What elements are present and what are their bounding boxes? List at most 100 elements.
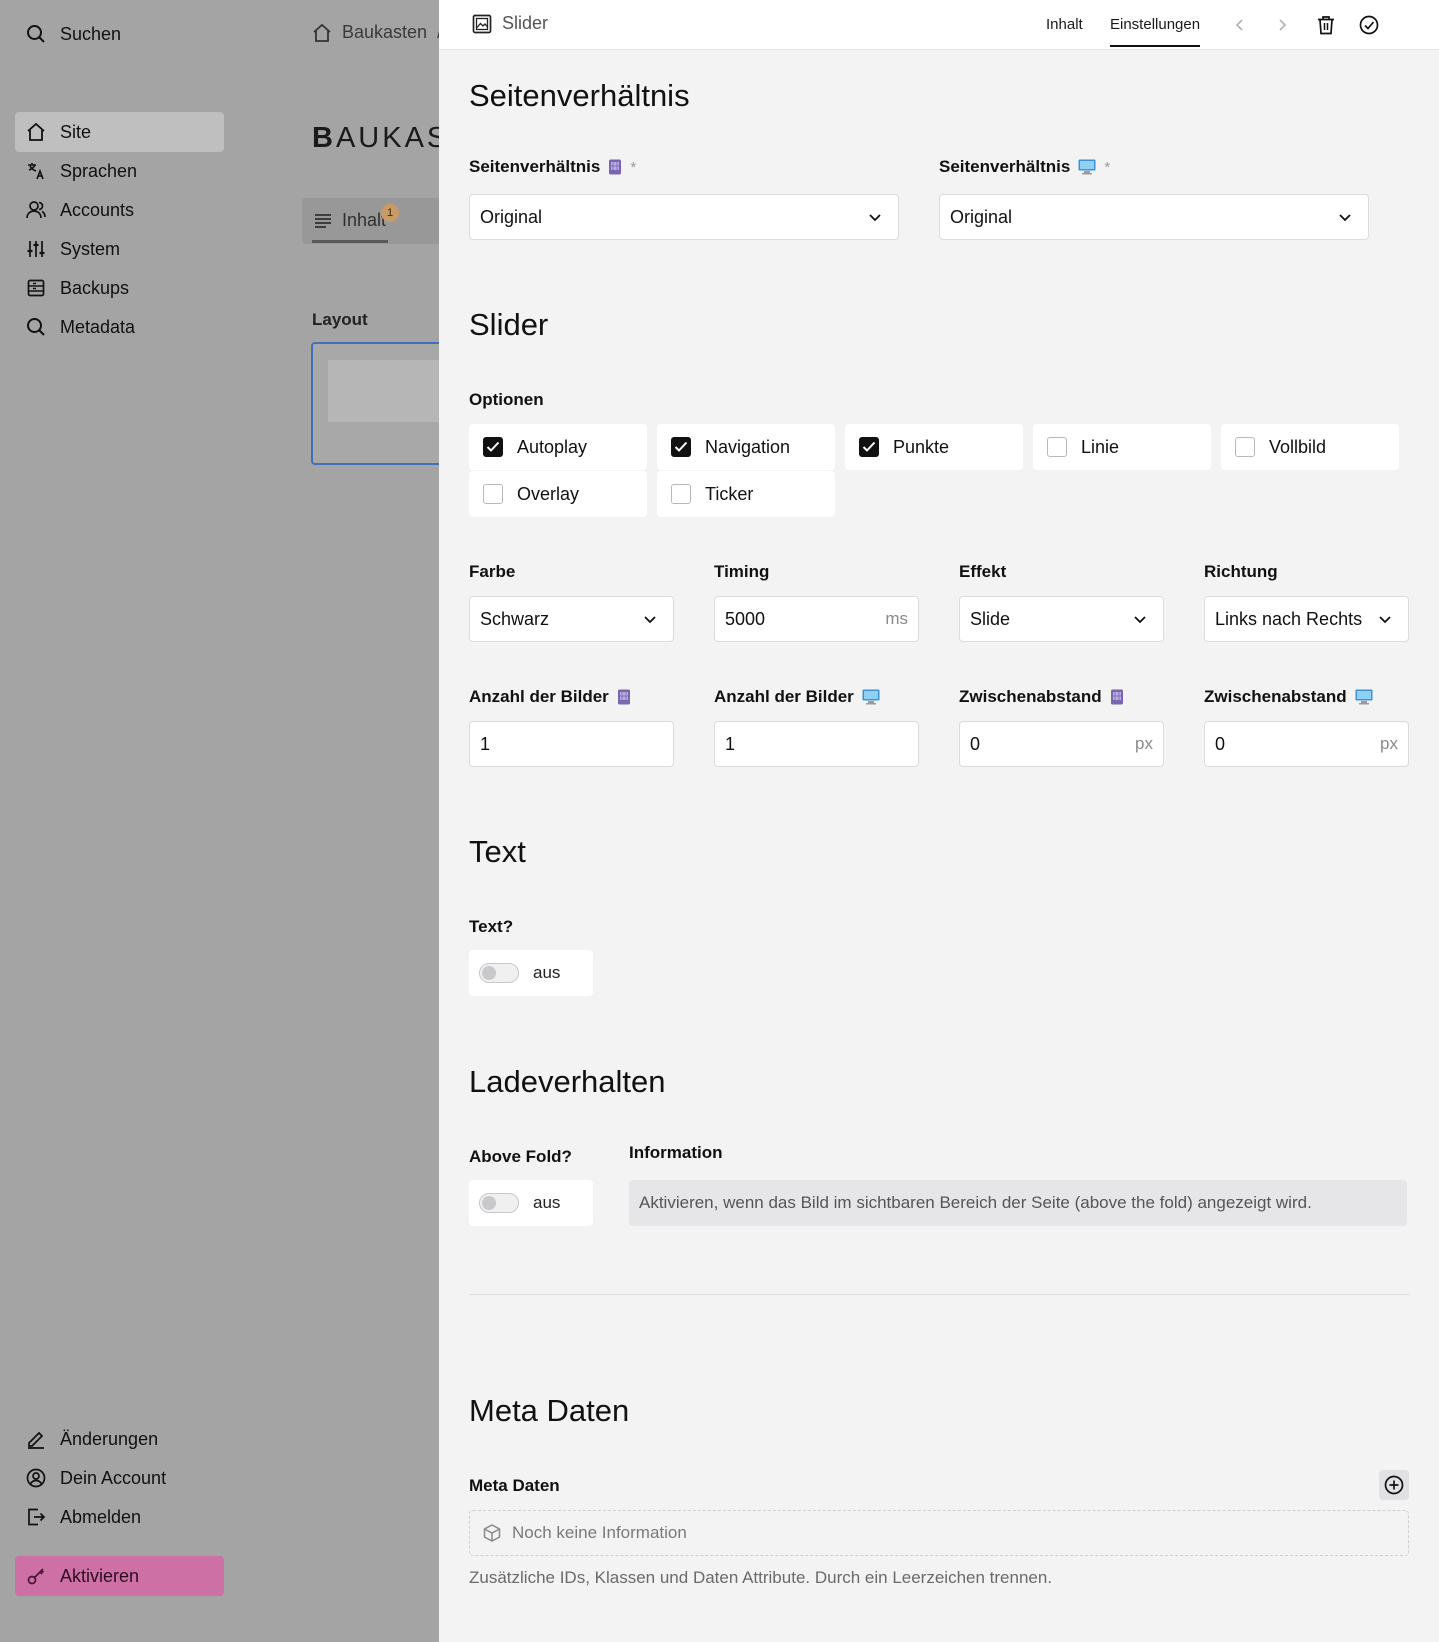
empty-text: Noch keine Information <box>512 1523 687 1542</box>
desktop-icon <box>862 689 880 705</box>
sidebar: Suchen Site Sprachen Accounts System Bac… <box>0 0 240 1642</box>
sidebar-item-label: Backups <box>60 277 130 298</box>
option-label: Overlay <box>517 483 580 504</box>
check-circle-icon[interactable] <box>1358 14 1380 36</box>
required-mark: * <box>630 158 637 176</box>
home-icon <box>312 23 332 43</box>
sidebar-item-abmelden[interactable]: Abmelden <box>15 1497 224 1537</box>
search-button[interactable]: Suchen <box>15 14 224 54</box>
toggle-switch[interactable] <box>479 963 519 983</box>
sidebar-item-label: Metadata <box>60 316 136 337</box>
sidebar-item-label: Abmelden <box>60 1506 142 1527</box>
select-value: Links nach Rechts <box>1215 608 1363 629</box>
plus-circle-icon <box>1384 1475 1404 1495</box>
tab-label: Inhalt <box>342 210 387 230</box>
aspect-mobile-select[interactable]: Original <box>469 194 899 240</box>
checkbox-unchecked[interactable] <box>671 484 691 504</box>
tab-inhalt[interactable]: Inhalt <box>1046 16 1083 33</box>
sidebar-item-site[interactable]: Site <box>15 112 224 152</box>
chevron-left-icon[interactable] <box>1229 14 1251 36</box>
translate-icon <box>25 160 47 182</box>
information-label: Information <box>629 1143 723 1162</box>
effekt-select[interactable]: Slide <box>959 596 1164 642</box>
tab-einstellungen[interactable]: Einstellungen <box>1110 16 1201 47</box>
sidebar-item-label: Site <box>60 121 92 142</box>
richtung-select[interactable]: Links nach Rechts <box>1204 596 1409 642</box>
site-logo: BAUKAS <box>312 122 439 155</box>
sidebar-item-system[interactable]: System <box>15 229 224 269</box>
option-vollbild[interactable]: Vollbild <box>1221 424 1399 470</box>
option-navigation[interactable]: Navigation <box>657 424 835 470</box>
above-fold-toggle[interactable]: aus <box>469 1180 593 1226</box>
sidebar-item-label: Sprachen <box>60 160 138 181</box>
gap-mobile-input[interactable]: 0 px <box>959 721 1164 767</box>
gap-desktop-input[interactable]: 0 px <box>1204 721 1409 767</box>
aspect-desktop-label: Seitenverhältnis * <box>939 157 1110 177</box>
checkbox-unchecked[interactable] <box>1047 437 1067 457</box>
toggle-state: aus <box>533 1193 561 1212</box>
checkbox-unchecked[interactable] <box>483 484 503 504</box>
sidebar-item-accounts[interactable]: Accounts <box>15 190 224 230</box>
timing-input[interactable]: 5000 ms <box>714 596 919 642</box>
activate-button[interactable]: Aktivieren <box>15 1556 224 1596</box>
sidebar-item-label: System <box>60 238 121 259</box>
input-value: 1 <box>480 733 491 754</box>
count-mobile-label: Anzahl der Bilder <box>469 687 631 707</box>
count-mobile-input[interactable]: 1 <box>469 721 674 767</box>
toggle-knob <box>482 966 496 980</box>
checkbox-checked[interactable] <box>859 437 879 457</box>
tab-underline <box>312 240 388 243</box>
layout-block-placeholder <box>328 360 439 422</box>
toggle-knob <box>482 1196 496 1210</box>
add-meta-button[interactable] <box>1379 1470 1409 1500</box>
sidebar-item-metadata[interactable]: Metadata <box>15 307 224 347</box>
option-autoplay[interactable]: Autoplay <box>469 424 647 470</box>
settings-drawer: Slider Inhalt Einstellungen Seitenverhäl… <box>439 0 1439 1642</box>
option-label: Ticker <box>705 483 754 504</box>
farbe-select[interactable]: Schwarz <box>469 596 674 642</box>
option-linie[interactable]: Linie <box>1033 424 1211 470</box>
tab-inhalt[interactable]: Inhalt <box>302 198 439 244</box>
layout-block[interactable] <box>311 342 439 465</box>
sidebar-item-aenderungen[interactable]: Änderungen <box>15 1419 224 1459</box>
chevron-right-icon[interactable] <box>1271 14 1293 36</box>
divider <box>469 1294 1409 1295</box>
chevron-down-icon <box>1376 610 1394 628</box>
toggle-state: aus <box>533 963 561 982</box>
meta-empty-state: Noch keine Information <box>469 1510 1409 1556</box>
toggle-switch[interactable] <box>479 1193 519 1213</box>
users-icon <box>25 199 47 221</box>
breadcrumb: Baukasten / <box>312 22 439 43</box>
sidebar-item-backups[interactable]: Backups <box>15 268 224 308</box>
trash-icon[interactable] <box>1315 14 1337 36</box>
key-icon <box>25 1565 47 1587</box>
search-icon <box>25 316 47 338</box>
field-label: Zwischenabstand <box>959 687 1102 706</box>
search-label: Suchen <box>60 23 122 44</box>
option-punkte[interactable]: Punkte <box>845 424 1023 470</box>
field-label: Zwischenabstand <box>1204 687 1347 706</box>
checkbox-checked[interactable] <box>483 437 503 457</box>
meta-help-text: Zusätzliche IDs, Klassen und Daten Attri… <box>469 1568 1053 1587</box>
option-label: Vollbild <box>1269 436 1327 457</box>
sidebar-item-sprachen[interactable]: Sprachen <box>15 151 224 191</box>
text-toggle[interactable]: aus <box>469 950 593 996</box>
count-desktop-input[interactable]: 1 <box>714 721 919 767</box>
layout-label: Layout <box>312 310 368 329</box>
aspect-desktop-select[interactable]: Original <box>939 194 1369 240</box>
option-overlay[interactable]: Overlay <box>469 471 647 517</box>
chevron-down-icon <box>1131 610 1149 628</box>
checkbox-checked[interactable] <box>671 437 691 457</box>
field-label: Anzahl der Bilder <box>469 687 609 706</box>
section-title-loading: Ladeverhalten <box>469 1064 666 1099</box>
gap-desktop-label: Zwischenabstand <box>1204 687 1373 707</box>
sidebar-item-dein-account[interactable]: Dein Account <box>15 1458 224 1498</box>
search-icon <box>25 23 47 45</box>
drawer-title: Slider <box>472 13 548 34</box>
option-ticker[interactable]: Ticker <box>657 471 835 517</box>
checkbox-unchecked[interactable] <box>1235 437 1255 457</box>
background-page: Baukasten / BAUKAS Inhalt 1 Layout <box>240 0 439 1642</box>
breadcrumb-item[interactable]: Baukasten <box>342 22 427 43</box>
user-circle-icon <box>25 1467 47 1489</box>
drawer-header: Slider Inhalt Einstellungen <box>439 0 1439 50</box>
